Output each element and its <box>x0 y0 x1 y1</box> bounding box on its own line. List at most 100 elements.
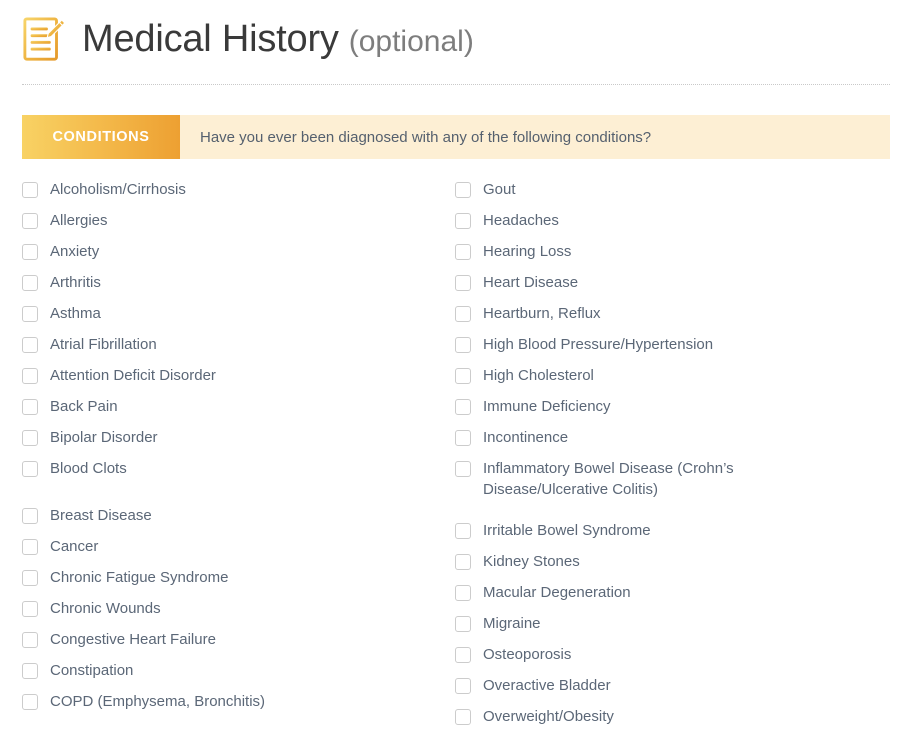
condition-row[interactable]: Heartburn, Reflux <box>455 303 888 334</box>
conditions-column-right: Gout Headaches Hearing Loss Heart Disease He… <box>455 179 888 737</box>
condition-row[interactable]: High Blood Pressure/Hypertension <box>455 334 888 365</box>
condition-row[interactable]: Hearing Loss <box>455 241 888 272</box>
condition-checkbox[interactable] <box>455 213 471 229</box>
condition-label: Asthma <box>50 305 101 322</box>
condition-label: Gout <box>483 181 516 198</box>
condition-row[interactable]: Irritable Bowel Syndrome <box>455 520 888 551</box>
condition-row[interactable]: Incontinence <box>455 427 888 458</box>
condition-row[interactable]: Asthma <box>22 303 455 334</box>
condition-checkbox[interactable] <box>22 632 38 648</box>
condition-label: Alcoholism/Cirrhosis <box>50 181 186 198</box>
condition-row[interactable]: Bipolar Disorder <box>22 427 455 458</box>
condition-label: High Cholesterol <box>483 367 594 384</box>
condition-checkbox[interactable] <box>455 554 471 570</box>
condition-label: Incontinence <box>483 429 569 446</box>
conditions-banner: CONDITIONS Have you ever been diagnosed … <box>22 115 890 159</box>
condition-checkbox[interactable] <box>22 244 38 260</box>
condition-row[interactable]: Gout <box>455 179 888 210</box>
condition-checkbox[interactable] <box>22 601 38 617</box>
condition-checkbox[interactable] <box>455 647 471 663</box>
condition-checkbox[interactable] <box>22 368 38 384</box>
condition-row[interactable]: Headaches <box>455 210 888 241</box>
condition-row[interactable]: Breast Disease <box>22 505 455 536</box>
condition-row[interactable]: Atrial Fibrillation <box>22 334 455 365</box>
condition-row[interactable]: Osteoporosis <box>455 644 888 675</box>
condition-row[interactable]: Constipation <box>22 660 455 691</box>
condition-label: Constipation <box>50 662 134 679</box>
condition-label: Macular Degeneration <box>483 584 631 601</box>
condition-checkbox[interactable] <box>455 182 471 198</box>
condition-row[interactable]: Inflammatory Bowel Disease (Crohn’s Dise… <box>455 458 888 520</box>
condition-label: Attention Deficit Disorder <box>50 367 216 384</box>
condition-row[interactable]: Overweight/Obesity <box>455 706 888 737</box>
condition-row[interactable]: Allergies <box>22 210 455 241</box>
condition-checkbox[interactable] <box>22 275 38 291</box>
condition-row[interactable]: Back Pain <box>22 396 455 427</box>
condition-checkbox[interactable] <box>455 678 471 694</box>
condition-row[interactable]: Heart Disease <box>455 272 888 303</box>
condition-checkbox[interactable] <box>22 570 38 586</box>
condition-label: Arthritis <box>50 274 101 291</box>
condition-checkbox[interactable] <box>455 275 471 291</box>
condition-checkbox[interactable] <box>455 399 471 415</box>
condition-row[interactable]: Chronic Fatigue Syndrome <box>22 567 455 598</box>
condition-label: Heartburn, Reflux <box>483 305 601 322</box>
condition-checkbox[interactable] <box>22 213 38 229</box>
condition-checkbox[interactable] <box>455 585 471 601</box>
page-title-optional: (optional) <box>348 25 474 58</box>
condition-row[interactable]: Alcoholism/Cirrhosis <box>22 179 455 210</box>
conditions-tag: CONDITIONS <box>22 115 180 159</box>
condition-checkbox[interactable] <box>455 306 471 322</box>
condition-checkbox[interactable] <box>22 430 38 446</box>
condition-checkbox[interactable] <box>22 399 38 415</box>
condition-row[interactable]: Immune Deficiency <box>455 396 888 427</box>
condition-checkbox[interactable] <box>455 244 471 260</box>
conditions-columns: Alcoholism/Cirrhosis Allergies Anxiety Arth… <box>0 179 912 737</box>
condition-checkbox[interactable] <box>455 461 471 477</box>
condition-label: Kidney Stones <box>483 553 580 570</box>
condition-label: Migraine <box>483 615 541 632</box>
page-title: Medical History (optional) <box>82 20 474 58</box>
condition-label: Back Pain <box>50 398 118 415</box>
condition-row[interactable]: Blood Clots <box>22 458 455 489</box>
condition-label: Immune Deficiency <box>483 398 611 415</box>
condition-checkbox[interactable] <box>22 663 38 679</box>
header-divider <box>22 84 890 86</box>
condition-checkbox[interactable] <box>455 368 471 384</box>
condition-row[interactable]: Macular Degeneration <box>455 582 888 613</box>
condition-row[interactable]: Overactive Bladder <box>455 675 888 706</box>
condition-row[interactable]: COPD (Emphysema, Bronchitis) <box>22 691 455 722</box>
condition-row[interactable]: Attention Deficit Disorder <box>22 365 455 396</box>
condition-checkbox[interactable] <box>455 337 471 353</box>
condition-label: Congestive Heart Failure <box>50 631 216 648</box>
condition-label: Irritable Bowel Syndrome <box>483 522 651 539</box>
condition-checkbox[interactable] <box>455 523 471 539</box>
conditions-column-left: Alcoholism/Cirrhosis Allergies Anxiety Arth… <box>22 179 455 737</box>
condition-checkbox[interactable] <box>22 461 38 477</box>
condition-label: Atrial Fibrillation <box>50 336 157 353</box>
condition-checkbox[interactable] <box>22 694 38 710</box>
condition-label: Hearing Loss <box>483 243 572 260</box>
conditions-question: Have you ever been diagnosed with any of… <box>200 128 652 146</box>
condition-label: Chronic Fatigue Syndrome <box>50 569 229 586</box>
condition-label: Cancer <box>50 538 99 555</box>
condition-row[interactable]: Arthritis <box>22 272 455 303</box>
condition-checkbox[interactable] <box>22 182 38 198</box>
condition-row[interactable]: Chronic Wounds <box>22 598 455 629</box>
condition-row[interactable]: Cancer <box>22 536 455 567</box>
condition-checkbox[interactable] <box>455 709 471 725</box>
condition-row[interactable]: Migraine <box>455 613 888 644</box>
condition-label: High Blood Pressure/Hypertension <box>483 336 714 353</box>
condition-checkbox[interactable] <box>22 337 38 353</box>
condition-checkbox[interactable] <box>455 430 471 446</box>
condition-row[interactable]: Anxiety <box>22 241 455 272</box>
condition-checkbox[interactable] <box>22 508 38 524</box>
document-pencil-icon <box>23 17 66 61</box>
condition-checkbox[interactable] <box>22 539 38 555</box>
condition-checkbox[interactable] <box>455 616 471 632</box>
condition-row[interactable]: Kidney Stones <box>455 551 888 582</box>
condition-label: Osteoporosis <box>483 646 572 663</box>
condition-checkbox[interactable] <box>22 306 38 322</box>
condition-row[interactable]: Congestive Heart Failure <box>22 629 455 660</box>
condition-row[interactable]: High Cholesterol <box>455 365 888 396</box>
